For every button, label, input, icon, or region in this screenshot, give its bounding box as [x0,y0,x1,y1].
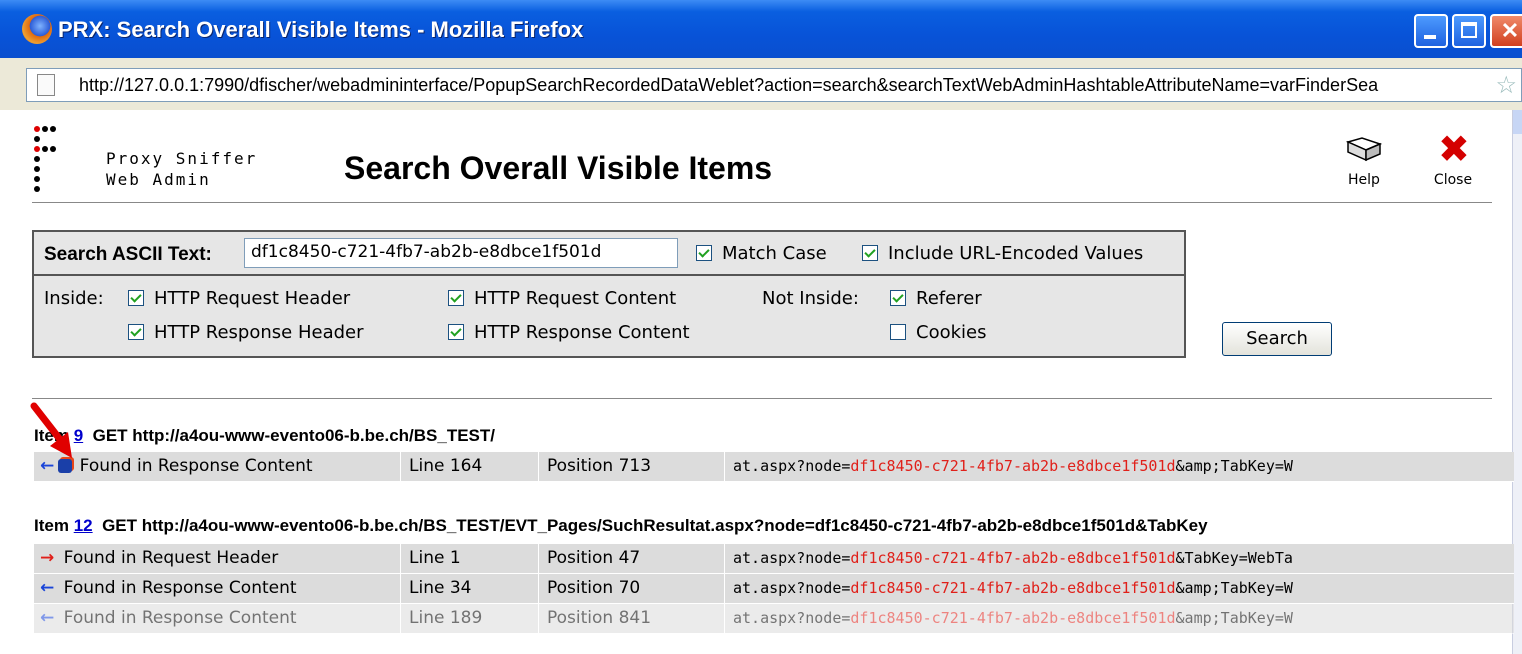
cookies-label: Cookies [916,322,987,343]
table-row[interactable]: ← Found in Response Content Line 189 Pos… [34,604,1514,634]
red-x-icon: ✖ [1438,127,1470,171]
http-response-content-checkbox[interactable] [448,324,464,340]
search-button[interactable]: Search [1222,322,1332,356]
search-form: Search ASCII Text: df1c8450-c721-4fb7-ab… [32,230,1186,358]
search-text-input[interactable]: df1c8450-c721-4fb7-ab2b-e8dbce1f501d [244,238,678,268]
http-request-content-label: HTTP Request Content [474,288,677,309]
results-divider [32,398,1492,399]
window-close-button[interactable]: ✕ [1490,14,1522,48]
bookmark-star-icon[interactable]: ☆ [1495,71,1517,100]
http-response-header-checkbox[interactable] [128,324,144,340]
snippet-pre: at.aspx?node= [733,457,851,475]
close-page-button[interactable]: ✖ Close [1428,127,1478,188]
snippet-post: &amp;TabKey=W [1175,609,1293,627]
snippet-post: &TabKey=WebTa [1175,549,1293,567]
found-cell: ← Found in Response Content [34,574,400,603]
search-text-label: Search ASCII Text: [44,244,212,265]
arrow-left-icon: ← [40,608,55,628]
page-content: Proxy Sniffer Web Admin Search Overall V… [0,110,1522,654]
search-form-header: Search ASCII Text: df1c8450-c721-4fb7-ab… [34,232,1184,276]
referer-checkbox[interactable] [890,290,906,306]
window-titlebar: PRX: Search Overall Visible Items - Mozi… [0,0,1522,58]
match-case-checkbox[interactable] [696,245,712,261]
line-cell: Line 189 [400,604,538,633]
maximize-button[interactable] [1452,14,1486,48]
result-item-header: Item 12 GET http://a4ou-www-evento06-b.b… [34,516,1208,536]
http-request-header-checkbox[interactable] [128,290,144,306]
snippet-pre: at.aspx?node= [733,609,851,627]
match-case-label: Match Case [722,243,827,264]
inside-label: Inside: [44,288,104,309]
arrow-right-icon: → [40,548,55,568]
page-icon [37,74,55,96]
found-text: Found in Request Header [63,548,279,568]
table-row[interactable]: → Found in Request Header Line 1 Positio… [34,544,1514,574]
referer-label: Referer [916,288,982,309]
position-cell: Position 841 [538,604,724,633]
found-text: Found in Response Content [79,456,313,476]
snippet-pre: at.aspx?node= [733,579,851,597]
snippet-cell: at.aspx?node=df1c8450-c721-4fb7-ab2b-e8d… [724,452,1514,481]
found-cell: ← Found in Response Content [34,604,400,633]
snippet-post: &amp;TabKey=W [1175,457,1293,475]
scroll-up-arrow-icon[interactable] [1513,110,1522,134]
annotation-arrow-icon [30,402,72,458]
position-cell: Position 70 [538,574,724,603]
found-text: Found in Response Content [63,608,297,628]
snippet-hit: df1c8450-c721-4fb7-ab2b-e8dbce1f501d [850,549,1176,567]
snippet-cell: at.aspx?node=df1c8450-c721-4fb7-ab2b-e8d… [724,574,1514,603]
found-cell: → Found in Request Header [34,544,400,573]
not-inside-label: Not Inside: [762,288,859,309]
position-cell: Position 47 [538,544,724,573]
close-label: Close [1433,172,1473,188]
book-icon [1346,137,1382,162]
snippet-cell: at.aspx?node=df1c8450-c721-4fb7-ab2b-e8d… [724,544,1514,573]
help-button[interactable]: Help [1340,132,1388,188]
item-request: GET http://a4ou-www-evento06-b.be.ch/BS_… [102,516,1208,535]
include-url-encoded-label: Include URL-Encoded Values [888,243,1144,264]
result-item-header: Item 9 GET http://a4ou-www-evento06-b.be… [34,426,495,446]
brand-line-1: Proxy Sniffer [106,149,258,168]
close-x-icon: ✕ [1500,18,1520,43]
http-request-header-label: HTTP Request Header [154,288,351,309]
address-bar-area: http://127.0.0.1:7990/dfischer/webadmini… [0,58,1522,110]
item-prefix: Item [34,516,69,535]
arrow-left-icon: ← [40,578,55,598]
include-url-encoded-checkbox[interactable] [862,245,878,261]
brand-text: Proxy Sniffer Web Admin [106,148,257,190]
help-label: Help [1348,172,1380,188]
maximize-icon [1454,16,1484,46]
position-cell: Position 713 [538,452,724,481]
line-cell: Line 1 [400,544,538,573]
snippet-hit: df1c8450-c721-4fb7-ab2b-e8dbce1f501d [850,579,1176,597]
page-title: Search Overall Visible Items [344,150,773,186]
firefox-logo-icon [22,14,52,44]
brand-line-2: Web Admin [106,170,211,189]
item-request: GET http://a4ou-www-evento06-b.be.ch/BS_… [92,426,495,445]
http-response-header-label: HTTP Response Header [154,322,364,343]
snippet-cell: at.aspx?node=df1c8450-c721-4fb7-ab2b-e8d… [724,604,1514,633]
found-cell: ← Found in Response Content [34,452,400,481]
line-cell: Line 164 [400,452,538,481]
snippet-hit: df1c8450-c721-4fb7-ab2b-e8dbce1f501d [850,457,1176,475]
snippet-hit: df1c8450-c721-4fb7-ab2b-e8dbce1f501d [850,609,1176,627]
address-bar[interactable]: http://127.0.0.1:7990/dfischer/webadmini… [26,68,1522,102]
cookies-checkbox[interactable] [890,324,906,340]
table-row[interactable]: ← Found in Response Content Line 164 Pos… [34,452,1514,482]
window-title: PRX: Search Overall Visible Items - Mozi… [58,17,584,42]
item-number-link[interactable]: 12 [74,516,93,535]
minimize-button[interactable] [1414,14,1448,48]
http-request-content-checkbox[interactable] [448,290,464,306]
snippet-pre: at.aspx?node= [733,549,851,567]
snippet-post: &amp;TabKey=W [1175,579,1293,597]
minimize-icon [1416,16,1446,46]
proxy-sniffer-logo-icon [32,122,72,202]
header-divider [32,202,1492,203]
line-cell: Line 34 [400,574,538,603]
url-text[interactable]: http://127.0.0.1:7990/dfischer/webadmini… [79,75,1378,96]
http-response-content-label: HTTP Response Content [474,322,690,343]
found-text: Found in Response Content [63,578,297,598]
table-row[interactable]: ← Found in Response Content Line 34 Posi… [34,574,1514,604]
